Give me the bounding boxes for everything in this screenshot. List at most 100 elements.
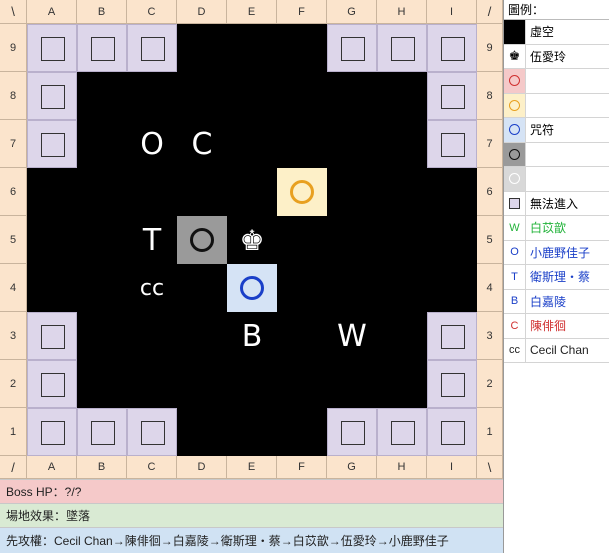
- blocked-cell: [427, 408, 477, 456]
- legend-row-talisman: [504, 167, 609, 192]
- void-cell: [227, 360, 277, 408]
- blocked-cell: [27, 360, 77, 408]
- column-label-d: D: [177, 456, 227, 479]
- legend-swatch: [504, 191, 526, 215]
- legend-label: 白苡歆: [530, 221, 567, 236]
- legend-label: 虛空: [530, 25, 555, 40]
- blocked-cell: [77, 408, 127, 456]
- field-effect-bar: 場地效果：墜落: [0, 503, 503, 527]
- row-label-8: 8: [0, 72, 27, 120]
- blocked-cell: [27, 24, 77, 72]
- legend-label: 小鹿野佳子: [530, 245, 591, 260]
- legend-title: 圖例：: [504, 0, 609, 20]
- void-cell: [377, 360, 427, 408]
- void-cell: [177, 72, 227, 120]
- talisman-ring-icon: [509, 148, 520, 160]
- legend-row-talisman: [504, 69, 609, 94]
- piece-token: B: [241, 318, 263, 354]
- blocked-cell: [77, 24, 127, 72]
- void-cell: [327, 264, 377, 312]
- row-label-6: 6: [477, 168, 503, 216]
- void-cell: [27, 168, 77, 216]
- legend-row-talisman: 咒符: [504, 118, 609, 143]
- void-cell: [277, 24, 327, 72]
- talisman-ring-icon: [509, 99, 520, 111]
- legend-panel: 圖例： 虛空 ♚ 伍愛玲 咒符 無法進入 W 白苡歆 O 小鹿野佳子 T 衛斯理・蔡 B 白嘉陵 C 陳俳徊 c…: [503, 0, 609, 553]
- piece-token: O: [140, 126, 164, 162]
- void-cell: [77, 264, 127, 312]
- void-cell: [127, 360, 177, 408]
- legend-row-character: O 小鹿野佳子: [504, 240, 609, 265]
- talisman-cell: [177, 216, 227, 264]
- void-cell: [127, 312, 177, 360]
- void-cell: [127, 168, 177, 216]
- column-label-f: F: [277, 0, 327, 24]
- void-cell: [177, 24, 227, 72]
- void-cell: [277, 408, 327, 456]
- blocked-cell: [427, 312, 477, 360]
- column-label-c: C: [127, 0, 177, 24]
- column-label-a: A: [27, 456, 77, 479]
- void-cell: [77, 360, 127, 408]
- row-label-1: 1: [477, 408, 503, 456]
- row-label-3: 3: [0, 312, 27, 360]
- row-label-5: 5: [477, 216, 503, 264]
- blocked-cell: [27, 312, 77, 360]
- talisman-ring-icon: [190, 228, 214, 252]
- void-cell: [427, 216, 477, 264]
- void-cell: [227, 24, 277, 72]
- legend-swatch: B: [504, 289, 526, 313]
- void-cell: [277, 216, 327, 264]
- void-cell: [427, 168, 477, 216]
- void-cell: [227, 120, 277, 168]
- void-cell: [277, 120, 327, 168]
- corner-br: \: [477, 456, 503, 479]
- blocked-cell: [127, 24, 177, 72]
- legend-label: 陳俳徊: [530, 319, 567, 334]
- piece-token: C: [191, 126, 213, 162]
- piece-token: T: [142, 222, 162, 258]
- void-cell: [27, 264, 77, 312]
- piece-token: cc: [139, 275, 165, 301]
- talisman-ring-icon: [509, 75, 520, 87]
- void-cell: [177, 408, 227, 456]
- legend-label: 伍愛玲: [530, 49, 567, 64]
- row-label-7: 7: [0, 120, 27, 168]
- talisman-ring-icon: [509, 173, 520, 185]
- void-cell: [327, 360, 377, 408]
- column-label-a: A: [27, 0, 77, 24]
- void-cell: [77, 216, 127, 264]
- void-cell: [77, 120, 127, 168]
- row-label-9: 9: [477, 24, 503, 72]
- blocked-cell: [127, 408, 177, 456]
- legend-swatch: O: [504, 240, 526, 264]
- column-label-g: G: [327, 456, 377, 479]
- void-cell: [177, 168, 227, 216]
- void-cell: [427, 264, 477, 312]
- legend-swatch: [504, 118, 526, 142]
- column-label-d: D: [177, 0, 227, 24]
- row-label-9: 9: [0, 24, 27, 72]
- column-label-b: B: [77, 456, 127, 479]
- row-label-3: 3: [477, 312, 503, 360]
- blocked-cell: [27, 72, 77, 120]
- legend-row-blocked: 無法進入: [504, 191, 609, 216]
- blocked-cell: [27, 408, 77, 456]
- legend-label: 白嘉陵: [530, 294, 567, 309]
- void-cell: [227, 72, 277, 120]
- row-label-2: 2: [477, 360, 503, 408]
- corner-tr: /: [477, 0, 503, 24]
- void-cell: [277, 360, 327, 408]
- legend-row-void: 虛空: [504, 20, 609, 45]
- void-cell: [277, 312, 327, 360]
- blocked-cell: [377, 24, 427, 72]
- void-cell: [377, 120, 427, 168]
- legend-swatch: [504, 167, 526, 191]
- blocked-cell: [427, 360, 477, 408]
- column-label-c: C: [127, 456, 177, 479]
- void-cell: [227, 408, 277, 456]
- legend-row-character: cc Cecil Chan: [504, 338, 609, 363]
- void-cell: [377, 168, 427, 216]
- row-label-5: 5: [0, 216, 27, 264]
- void-cell: [377, 216, 427, 264]
